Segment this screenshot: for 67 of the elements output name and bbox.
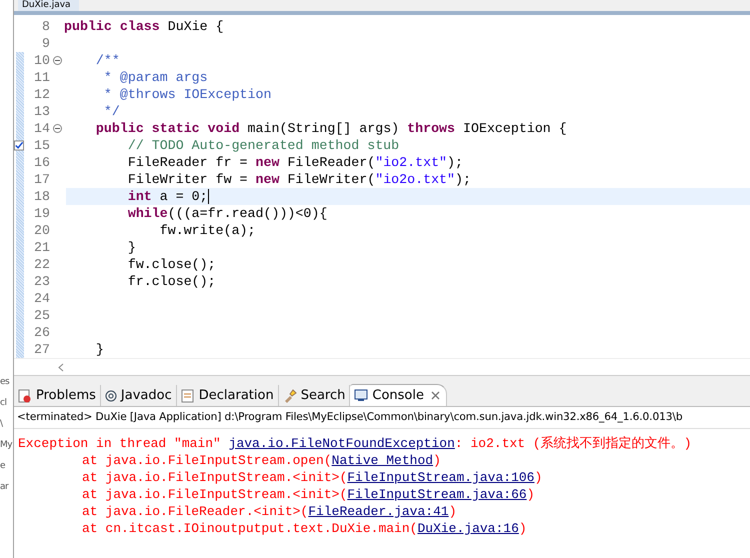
close-icon[interactable] <box>430 391 440 400</box>
console-line: at java.io.FileInputStream.open(Native Method) <box>81 452 442 469</box>
console-line: at java.io.FileInputStream.<init>(FileInputStream.java:66) <box>81 486 536 503</box>
line-number: 15 <box>33 138 50 153</box>
line-number: 23 <box>33 274 50 289</box>
code-line: // TODO Auto-generated method stub <box>126 138 400 153</box>
line-number: 19 <box>33 206 50 221</box>
code-line: } <box>126 240 136 255</box>
code-line: FileWriter fw = new FileWriter("io2o.txt"); <box>126 172 471 187</box>
code-line: int a = 0; <box>126 188 209 204</box>
line-number: 26 <box>33 325 50 340</box>
line-number: 11 <box>33 70 50 85</box>
panel-tab[interactable]: Search <box>278 385 350 406</box>
stack-trace-link[interactable]: FileReader.java:41 <box>308 504 449 519</box>
cut-off-label: cl <box>0 398 8 409</box>
collapse-icon[interactable] <box>52 124 62 133</box>
cut-off-label: es <box>0 377 10 388</box>
stack-trace-link[interactable]: FileInputStream.java:66 <box>347 487 527 502</box>
code-line: fw.close(); <box>126 257 216 272</box>
scroll-left-icon[interactable] <box>58 362 64 372</box>
line-number: 10 <box>33 53 50 68</box>
line-number: 14 <box>33 121 50 136</box>
code-line: * @param args <box>102 70 208 85</box>
console-line: at java.io.FileReader.<init>(FileReader.java:41) <box>81 503 458 520</box>
line-number: 18 <box>33 189 50 204</box>
code-line: * @throws IOException <box>102 87 272 102</box>
code-line: public static void main(String[] args) throws IOException { <box>94 121 567 136</box>
flashlight-icon <box>282 388 297 402</box>
code-line: fr.close(); <box>126 274 216 289</box>
console-line: Exception in thread "main" java.io.FileNotFoundException: io2.txt (系统找不到指定的文件。) <box>17 435 693 452</box>
console-header: <terminated> DuXie [Java Application] d:\Program Files\MyEclipse\Common\binary\com.sun.java.jdk.win32.x86_64_1.6.0.013\b <box>14 407 750 429</box>
line-number: 24 <box>33 291 50 306</box>
line-number: 12 <box>33 87 50 102</box>
collapse-icon[interactable] <box>52 56 62 65</box>
line-number: 8 <box>41 19 50 34</box>
editor-tab[interactable]: DuXie.java <box>18 0 79 11</box>
stack-trace-link[interactable]: FileInputStream.java:106 <box>347 470 534 485</box>
stack-trace-link[interactable]: Native Method <box>332 453 434 468</box>
code-line: while(((a=fr.read()))<0){ <box>126 206 328 221</box>
line-number: 16 <box>33 155 50 170</box>
console-icon <box>354 389 368 402</box>
code-line: } <box>94 342 104 357</box>
panel-tab[interactable]: Console <box>350 384 447 406</box>
stack-trace-link[interactable]: java.io.FileNotFoundException <box>228 436 455 451</box>
problems-icon <box>18 388 32 402</box>
code-line: public class DuXie { <box>64 19 224 34</box>
line-number: 21 <box>33 240 50 255</box>
stack-trace-link[interactable]: DuXie.java:16 <box>417 521 519 536</box>
code-line: /** <box>94 53 120 68</box>
line-number: 9 <box>41 36 50 51</box>
line-number: 22 <box>33 257 50 272</box>
code-line: fw.write(a); <box>158 223 256 238</box>
line-number: 17 <box>33 172 50 187</box>
cut-off-label: \ <box>0 419 4 430</box>
console-line: at java.io.FileInputStream.<init>(FileInputStream.java:106) <box>81 469 544 486</box>
code-line: */ <box>102 104 120 119</box>
console-line: at cn.itcast.IOinoutputput.text.DuXie.main(DuXie.java:16) <box>81 520 528 537</box>
declaration-icon <box>180 388 195 402</box>
line-number: 13 <box>33 104 50 119</box>
at-sign-icon <box>104 390 117 402</box>
code-line: FileReader fr = new FileReader("io2.txt"); <box>126 155 464 170</box>
line-number: 27 <box>33 342 50 357</box>
cut-off-label: My <box>0 440 13 451</box>
cut-off-label: ar <box>0 482 10 493</box>
line-number: 20 <box>33 223 50 238</box>
line-number: 25 <box>33 308 50 323</box>
cut-off-label: e <box>0 461 6 472</box>
